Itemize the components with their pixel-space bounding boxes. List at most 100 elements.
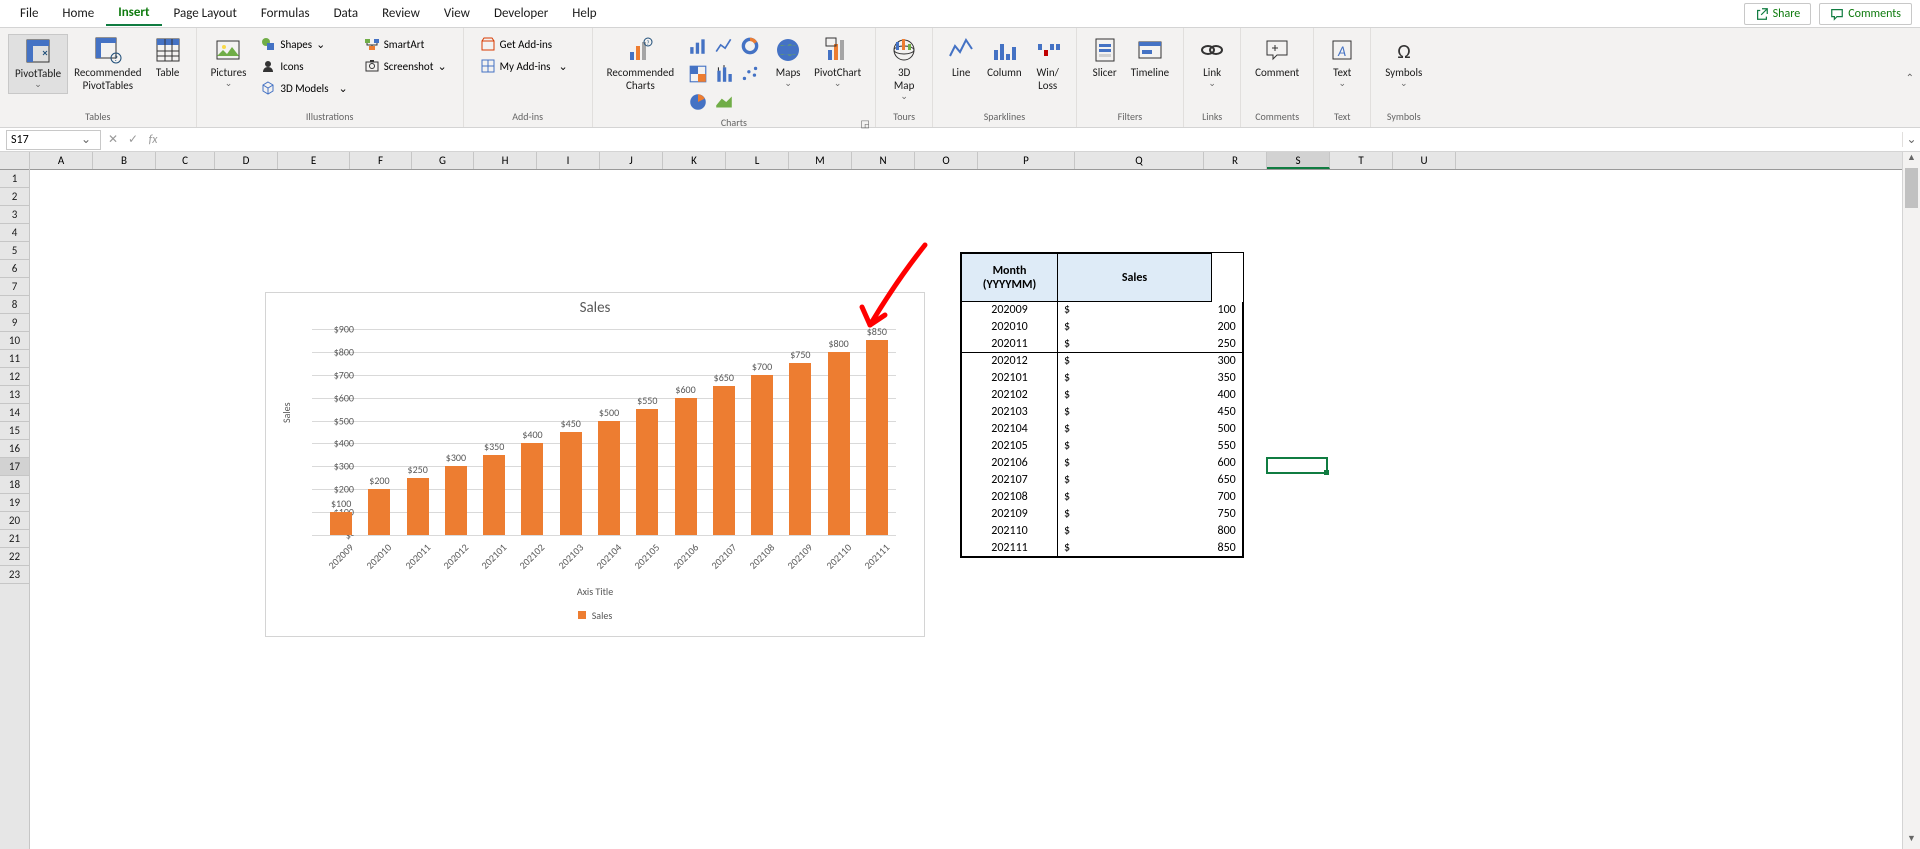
table-row[interactable]: 202105$550 <box>962 438 1243 455</box>
column-header[interactable]: S <box>1267 152 1330 169</box>
cell-value[interactable]: 200 <box>1212 319 1243 336</box>
tab-insert[interactable]: Insert <box>106 1 161 26</box>
line-chart-icon[interactable] <box>714 36 734 56</box>
get-addins-button[interactable]: Get Add-ins <box>476 34 572 54</box>
scroll-down-icon[interactable]: ▼ <box>1903 833 1920 849</box>
cell-month[interactable]: 202102 <box>962 387 1058 404</box>
table-row[interactable]: 202009$100 <box>962 302 1243 319</box>
column-header[interactable]: H <box>474 152 537 169</box>
embedded-chart[interactable]: Sales Sales $-$100$200$300$400$500$600$7… <box>265 292 925 637</box>
table-button[interactable]: Table <box>148 34 188 81</box>
cell-value[interactable]: 600 <box>1212 455 1243 472</box>
cell-month[interactable]: 202106 <box>962 455 1058 472</box>
row-header[interactable]: 19 <box>0 494 29 512</box>
charts-dialog-launcher[interactable]: ◲ <box>859 117 871 129</box>
link-button[interactable]: Link⌄ <box>1192 34 1232 92</box>
cell-month[interactable]: 202108 <box>962 489 1058 506</box>
cell-currency[interactable]: $ <box>1058 506 1212 523</box>
column-header[interactable]: A <box>30 152 93 169</box>
cell-currency[interactable]: $ <box>1058 523 1212 540</box>
expand-formula-bar-icon[interactable]: ⌄ <box>1902 132 1920 147</box>
cell-month[interactable]: 202111 <box>962 540 1058 557</box>
column-header[interactable]: P <box>978 152 1075 169</box>
select-all-corner[interactable] <box>0 152 29 170</box>
pie-chart-icon[interactable] <box>688 92 708 112</box>
text-button[interactable]: AText⌄ <box>1322 34 1362 92</box>
cell-currency[interactable]: $ <box>1058 404 1212 421</box>
cell-value[interactable]: 400 <box>1212 387 1243 404</box>
cell-currency[interactable]: $ <box>1058 438 1212 455</box>
column-header[interactable]: R <box>1204 152 1267 169</box>
column-header[interactable]: U <box>1393 152 1456 169</box>
table-row[interactable]: 202012$300 <box>962 353 1243 370</box>
sparkline-line-button[interactable]: Line <box>941 34 981 81</box>
collapse-ribbon-icon[interactable]: ⌃ <box>1906 71 1914 84</box>
row-header[interactable]: 12 <box>0 368 29 386</box>
formula-input[interactable] <box>163 133 1902 147</box>
row-header[interactable]: 23 <box>0 566 29 584</box>
row-header[interactable]: 7 <box>0 278 29 296</box>
surface-chart-icon[interactable] <box>714 92 734 112</box>
name-box-dropdown-icon[interactable]: ⌄ <box>77 132 95 147</box>
slicer-button[interactable]: Slicer <box>1085 34 1125 81</box>
scrollbar-thumb[interactable] <box>1905 168 1918 208</box>
column-header[interactable]: T <box>1330 152 1393 169</box>
cell-currency[interactable]: $ <box>1058 472 1212 489</box>
cell-currency[interactable]: $ <box>1058 370 1212 387</box>
table-row[interactable]: 202104$500 <box>962 421 1243 438</box>
cell-month[interactable]: 202101 <box>962 370 1058 387</box>
table-row[interactable]: 202107$650 <box>962 472 1243 489</box>
cell-value[interactable]: 500 <box>1212 421 1243 438</box>
symbols-button[interactable]: ΩSymbols⌄ <box>1379 34 1428 92</box>
column-chart-icon[interactable] <box>688 36 708 56</box>
data-table[interactable]: Month (YYYYMM) Sales 202009$100202010$20… <box>960 252 1244 558</box>
row-header[interactable]: 17 <box>0 458 29 476</box>
statistic-chart-icon[interactable] <box>714 64 734 84</box>
row-header[interactable]: 3 <box>0 206 29 224</box>
icons-button[interactable]: Icons <box>256 56 351 76</box>
table-row[interactable]: 202109$750 <box>962 506 1243 523</box>
cells-area[interactable]: Sales Sales $-$100$200$300$400$500$600$7… <box>30 170 1902 849</box>
sparkline-winloss-button[interactable]: Win/ Loss <box>1028 34 1068 94</box>
cell-month[interactable]: 202110 <box>962 523 1058 540</box>
column-header[interactable]: B <box>93 152 156 169</box>
tab-page-layout[interactable]: Page Layout <box>162 2 249 25</box>
cell-month[interactable]: 202010 <box>962 319 1058 336</box>
cell-month[interactable]: 202103 <box>962 404 1058 421</box>
column-header[interactable]: L <box>726 152 789 169</box>
row-header[interactable]: 22 <box>0 548 29 566</box>
cell-month[interactable]: 202104 <box>962 421 1058 438</box>
recommended-charts-button[interactable]: ? Recommended Charts <box>601 34 680 94</box>
table-row[interactable]: 202102$400 <box>962 387 1243 404</box>
cell-month[interactable]: 202109 <box>962 506 1058 523</box>
enter-formula-icon[interactable]: ✓ <box>123 132 143 147</box>
scroll-up-icon[interactable]: ▲ <box>1903 152 1920 168</box>
shapes-button[interactable]: Shapes⌄ <box>256 34 351 54</box>
table-row[interactable]: 202110$800 <box>962 523 1243 540</box>
timeline-button[interactable]: Timeline <box>1125 34 1175 81</box>
tab-home[interactable]: Home <box>50 2 106 25</box>
name-box-input[interactable] <box>7 133 77 147</box>
column-header[interactable]: K <box>663 152 726 169</box>
vertical-scrollbar[interactable]: ▲ ▼ <box>1902 152 1920 849</box>
doughnut-chart-icon[interactable] <box>740 36 760 56</box>
my-addins-button[interactable]: My Add-ins⌄ <box>476 56 572 76</box>
tab-data[interactable]: Data <box>322 2 371 25</box>
cell-month[interactable]: 202009 <box>962 302 1058 319</box>
cell-currency[interactable]: $ <box>1058 336 1212 353</box>
cell-currency[interactable]: $ <box>1058 302 1212 319</box>
column-header[interactable]: O <box>915 152 978 169</box>
cell-month[interactable]: 202011 <box>962 336 1058 353</box>
cell-value[interactable]: 700 <box>1212 489 1243 506</box>
row-header[interactable]: 5 <box>0 242 29 260</box>
row-header[interactable]: 13 <box>0 386 29 404</box>
tab-help[interactable]: Help <box>560 2 608 25</box>
tab-developer[interactable]: Developer <box>482 2 560 25</box>
cell-value[interactable]: 800 <box>1212 523 1243 540</box>
pivot-chart-button[interactable]: PivotChart⌄ <box>808 34 867 92</box>
cell-month[interactable]: 202105 <box>962 438 1058 455</box>
cell-currency[interactable]: $ <box>1058 421 1212 438</box>
row-header[interactable]: 8 <box>0 296 29 314</box>
column-header[interactable]: F <box>350 152 412 169</box>
column-header[interactable]: N <box>852 152 915 169</box>
